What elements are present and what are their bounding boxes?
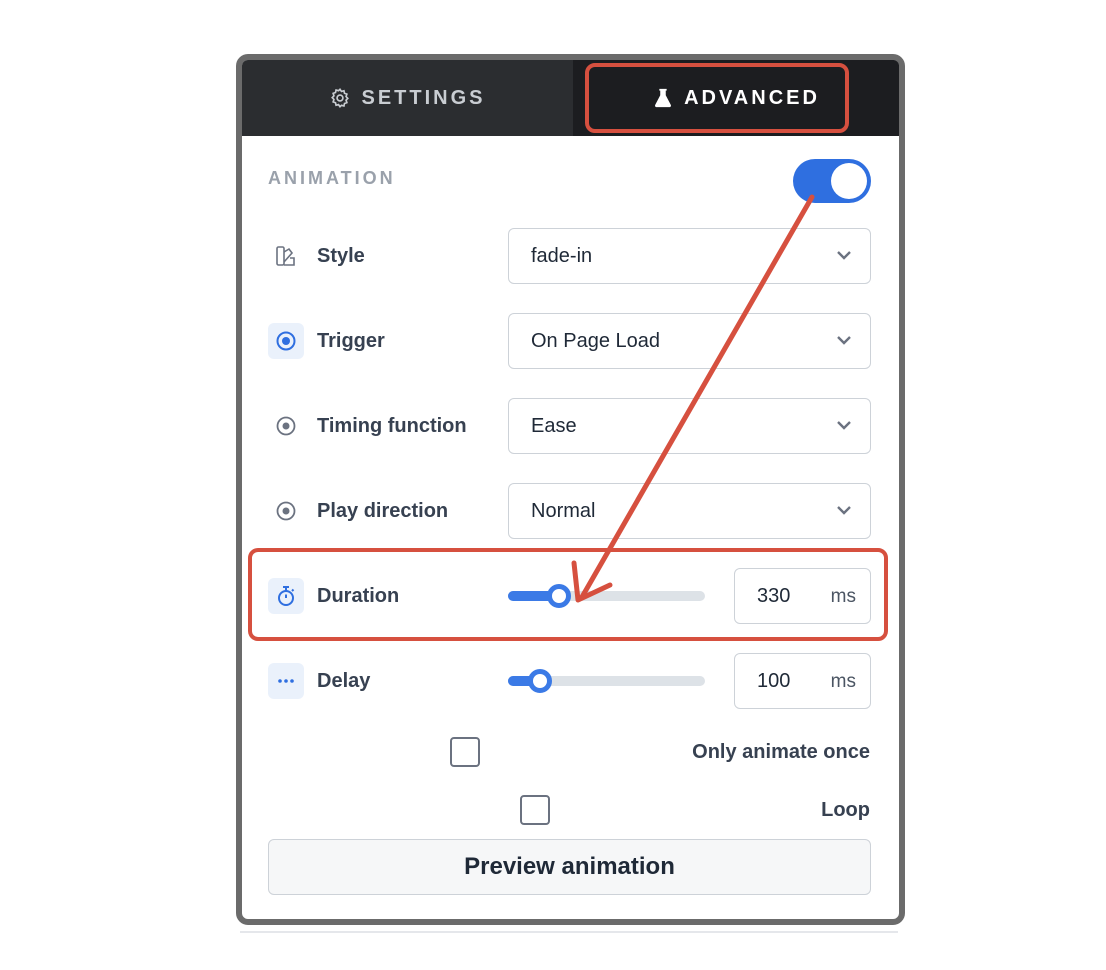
timing-label: Timing function [317,415,467,437]
gear-icon [331,88,350,108]
tab-settings-label: SETTINGS [361,86,486,109]
style-value: fade-in [531,244,593,267]
section-title: ANIMATION [268,168,396,188]
direction-label: Play direction [317,500,449,522]
tab-settings[interactable]: SETTINGS [242,60,573,136]
style-label: Style [317,245,365,267]
direction-select[interactable]: Normal [508,483,871,539]
delay-value: 100 [757,670,791,692]
trigger-label: Trigger [317,330,385,352]
delay-slider-thumb[interactable] [528,669,552,693]
timing-value: Ease [531,414,577,437]
dots-icon [268,663,304,699]
chevron-down-icon [837,421,851,430]
divider [240,931,898,933]
duration-row-highlight [248,548,888,641]
animation-toggle[interactable] [793,159,871,203]
loop-label: Loop [821,799,870,821]
preview-animation-button[interactable]: Preview animation [268,839,871,895]
style-select[interactable]: fade-in [508,228,871,284]
chevron-down-icon [837,251,851,260]
target-icon [268,323,304,359]
toggle-knob [831,163,867,199]
delay-label: Delay [317,670,371,692]
delay-slider[interactable] [508,669,705,693]
delay-input[interactable]: 100 ms [734,653,871,709]
trigger-value: On Page Load [531,329,660,352]
chevron-down-icon [837,336,851,345]
radio-dot-icon [268,493,304,529]
radio-dot-icon [268,408,304,444]
loop-checkbox[interactable] [520,795,550,825]
only-animate-once-checkbox[interactable] [450,737,480,767]
advanced-tab-highlight [585,63,849,133]
timing-select[interactable]: Ease [508,398,871,454]
chevron-down-icon [837,506,851,515]
trigger-select[interactable]: On Page Load [508,313,871,369]
style-icon [268,238,304,274]
animation-settings-panel: SETTINGS ADVANCED ANIMATION Style fade-i… [236,54,905,925]
delay-unit: ms [830,671,856,692]
only-animate-once-label: Only animate once [692,741,870,763]
direction-value: Normal [531,499,596,522]
